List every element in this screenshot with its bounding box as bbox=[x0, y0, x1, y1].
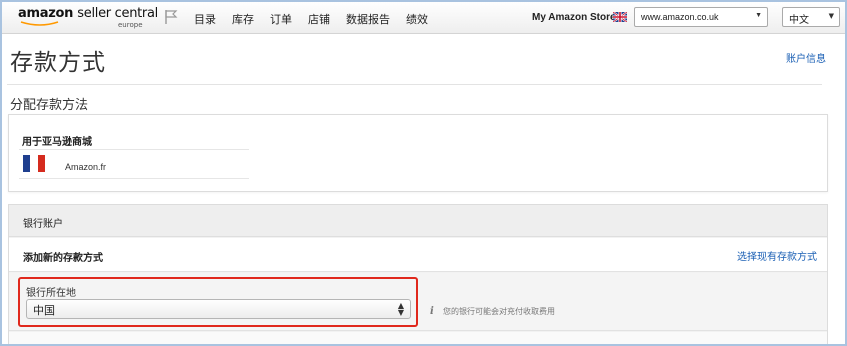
language-select-value: 中文 bbox=[789, 15, 809, 26]
add-method-row: 添加新的存款方式 选择现有存款方式 bbox=[9, 238, 827, 272]
logo-region: europe bbox=[118, 21, 143, 29]
nav-orders[interactable]: 订单 bbox=[270, 11, 292, 27]
page-title: 存款方式 bbox=[10, 50, 106, 76]
marketplace-panel: 用于亚马逊商城 Amazon.fr bbox=[8, 114, 828, 192]
marketplace-select[interactable]: www.amazon.co.uk ▼ bbox=[634, 7, 768, 27]
page-frame: amazon seller central europe 目录 库存 订单 店铺… bbox=[0, 0, 847, 346]
divider bbox=[7, 84, 822, 85]
amazon-smile-icon bbox=[20, 21, 59, 26]
language-select[interactable]: 中文 ▼ bbox=[782, 7, 840, 27]
nav-inventory[interactable]: 库存 bbox=[232, 11, 254, 27]
marketplace-name: Amazon.fr bbox=[65, 162, 107, 172]
bank-account-panel: 银行账户 添加新的存款方式 选择现有存款方式 银行所在地 中国 ▲ ▼ i 您的银… bbox=[8, 204, 828, 344]
bank-account-title: 银行账户 bbox=[23, 219, 63, 230]
chevron-down-icon: ▼ bbox=[828, 12, 834, 20]
info-icon: i bbox=[430, 306, 434, 317]
logo-main: amazon bbox=[18, 6, 74, 21]
bank-fee-note: 您的银行可能会对充付收取费用 bbox=[443, 307, 555, 316]
seller-central-logo[interactable]: amazon seller central europe bbox=[18, 6, 158, 30]
chevron-down-icon: ▼ bbox=[755, 12, 762, 19]
bank-account-header: 银行账户 bbox=[9, 205, 827, 237]
my-store-label: My Amazon Store bbox=[532, 12, 616, 23]
panel-footer bbox=[9, 332, 827, 344]
uk-flag-icon bbox=[613, 12, 627, 22]
bank-country-select[interactable]: 中国 ▲ ▼ bbox=[26, 299, 411, 319]
bank-country-row: 银行所在地 中国 ▲ ▼ i 您的银行可能会对充付收取费用 bbox=[9, 273, 827, 331]
marketplace-heading: 用于亚马逊商城 bbox=[22, 137, 92, 148]
main-nav: 目录 库存 订单 店铺 数据报告 绩效 bbox=[194, 11, 444, 27]
nav-performance[interactable]: 绩效 bbox=[406, 11, 428, 27]
divider bbox=[19, 149, 249, 150]
top-navigation-bar: amazon seller central europe 目录 库存 订单 店铺… bbox=[2, 2, 845, 34]
section-title: 分配存款方法 bbox=[10, 98, 89, 113]
marketplace-select-value: www.amazon.co.uk bbox=[641, 12, 719, 22]
divider bbox=[19, 178, 249, 179]
highlight-box: 银行所在地 中国 ▲ ▼ bbox=[18, 277, 418, 327]
updown-icon: ▲ ▼ bbox=[397, 301, 404, 317]
nav-reports[interactable]: 数据报告 bbox=[346, 11, 390, 27]
nav-catalog[interactable]: 目录 bbox=[194, 11, 216, 27]
france-flag-icon bbox=[23, 155, 45, 172]
logo-sub: seller central bbox=[77, 6, 158, 21]
account-info-link[interactable]: 账户信息 bbox=[786, 50, 826, 65]
choose-existing-method-link[interactable]: 选择现有存款方式 bbox=[737, 248, 817, 263]
bank-country-label: 银行所在地 bbox=[26, 288, 76, 299]
nav-storefront[interactable]: 店铺 bbox=[308, 11, 330, 27]
bank-country-value: 中国 bbox=[33, 304, 55, 317]
flag-icon[interactable] bbox=[164, 9, 178, 25]
add-method-label: 添加新的存款方式 bbox=[23, 253, 103, 264]
